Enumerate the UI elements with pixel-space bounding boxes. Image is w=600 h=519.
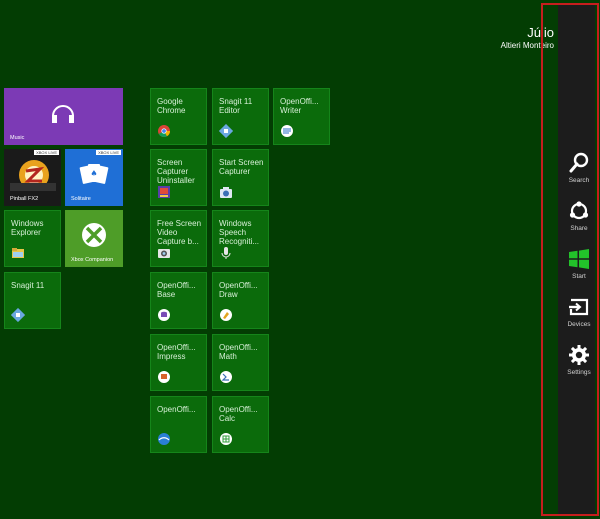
openoffice-math-icon [220, 371, 232, 383]
tile-openoffice-draw[interactable]: OpenOffi... Draw [212, 272, 269, 329]
charm-start[interactable]: Start [558, 248, 600, 280]
openoffice-writer-icon [281, 125, 293, 137]
tile-label: OpenOffi... Impress [157, 343, 196, 361]
snagit-icon [11, 308, 25, 322]
tile-label: OpenOffi... Writer [280, 97, 319, 115]
tile-google-chrome[interactable]: Google Chrome [150, 88, 207, 145]
devices-icon [569, 298, 589, 316]
tile-label: Screen Capturer Uninstaller [157, 158, 195, 185]
xbox-live-badge: XBOX LIVE [96, 150, 121, 155]
tile-openoffice-base[interactable]: OpenOffi... Base [150, 272, 207, 329]
tile-label: Windows Speech Recogniti... [219, 219, 260, 246]
tile-label: Start Screen Capturer [219, 158, 264, 176]
openoffice-icon [158, 433, 170, 445]
playing-cards-icon: ♠ [79, 164, 109, 184]
folder-icon [12, 248, 24, 258]
tile-openoffice-math[interactable]: OpenOffi... Math [212, 334, 269, 391]
tile-label: Free Screen Video Capture b... [157, 219, 202, 246]
charm-devices-label: Devices [567, 321, 591, 328]
chrome-icon [158, 125, 170, 138]
charm-share-label: Share [570, 225, 588, 232]
charm-search-label: Search [568, 177, 590, 184]
snagit-editor-icon [219, 124, 233, 138]
tile-snagit-editor[interactable]: Snagit 11 Editor [212, 88, 269, 145]
tile-label: OpenOffi... Base [157, 281, 196, 299]
charm-share[interactable]: Share [558, 200, 600, 232]
openoffice-impress-icon [158, 371, 170, 383]
tile-snagit[interactable]: Snagit 11 [4, 272, 61, 329]
tile-openoffice-calc[interactable]: OpenOffi... Calc [212, 396, 269, 453]
tile-label: Snagit 11 [11, 281, 45, 290]
search-icon [569, 152, 589, 173]
openoffice-calc-icon [220, 433, 232, 445]
tile-windows-speech-recognition[interactable]: Windows Speech Recogniti... [212, 210, 269, 267]
tile-solitaire-label: Solitaire [71, 196, 91, 202]
windows-logo-icon [569, 249, 589, 269]
charm-settings[interactable]: Settings [558, 344, 600, 376]
tile-windows-explorer[interactable]: Windows Explorer [4, 210, 61, 267]
tile-free-screen-video-capture[interactable]: Free Screen Video Capture b... [150, 210, 207, 267]
tile-music[interactable]: Music [4, 88, 123, 145]
microphone-icon [221, 247, 231, 259]
svg-text:♠: ♠ [90, 169, 97, 178]
tile-music-label: Music [10, 135, 25, 141]
tile-solitaire[interactable]: XBOX LIVE ♠ Solitaire [65, 149, 123, 206]
charm-search[interactable]: Search [558, 152, 600, 184]
tile-label: OpenOffi... Draw [219, 281, 258, 299]
tile-pinball-label: Pinball FX2 [10, 196, 39, 202]
tile-label: OpenOffi... Calc [219, 405, 258, 423]
tile-openoffice-writer[interactable]: OpenOffi... Writer [273, 88, 330, 145]
tile-label: OpenOffi... [157, 405, 196, 414]
charm-settings-label: Settings [567, 369, 591, 376]
xbox-icon [82, 223, 106, 247]
gear-icon [569, 345, 589, 365]
openoffice-draw-icon [220, 309, 232, 321]
headphones-icon [52, 105, 74, 123]
tile-openoffice[interactable]: OpenOffi... [150, 396, 207, 453]
tile-openoffice-impress[interactable]: OpenOffi... Impress [150, 334, 207, 391]
uninstaller-icon [158, 186, 170, 198]
tile-xbox-companion[interactable]: Xbox Companion [65, 210, 123, 267]
tile-label: Windows Explorer [11, 219, 44, 237]
tile-label: OpenOffi... Math [219, 343, 258, 361]
tile-screen-capturer-uninstaller[interactable]: Screen Capturer Uninstaller [150, 149, 207, 206]
charm-start-label: Start [572, 273, 586, 280]
camera-icon [220, 187, 232, 198]
charm-devices[interactable]: Devices [558, 296, 600, 328]
tile-xbox-companion-label: Xbox Companion [71, 257, 114, 263]
tile-start-screen-capturer[interactable]: Start Screen Capturer [212, 149, 269, 206]
openoffice-base-icon [158, 309, 170, 321]
tile-label: Google Chrome [157, 97, 186, 115]
tile-pinball[interactable]: XBOX LIVE Pinball FX2 [4, 149, 61, 206]
video-camera-icon [158, 249, 170, 258]
share-icon [569, 201, 589, 220]
tile-label: Snagit 11 Editor [219, 97, 253, 115]
